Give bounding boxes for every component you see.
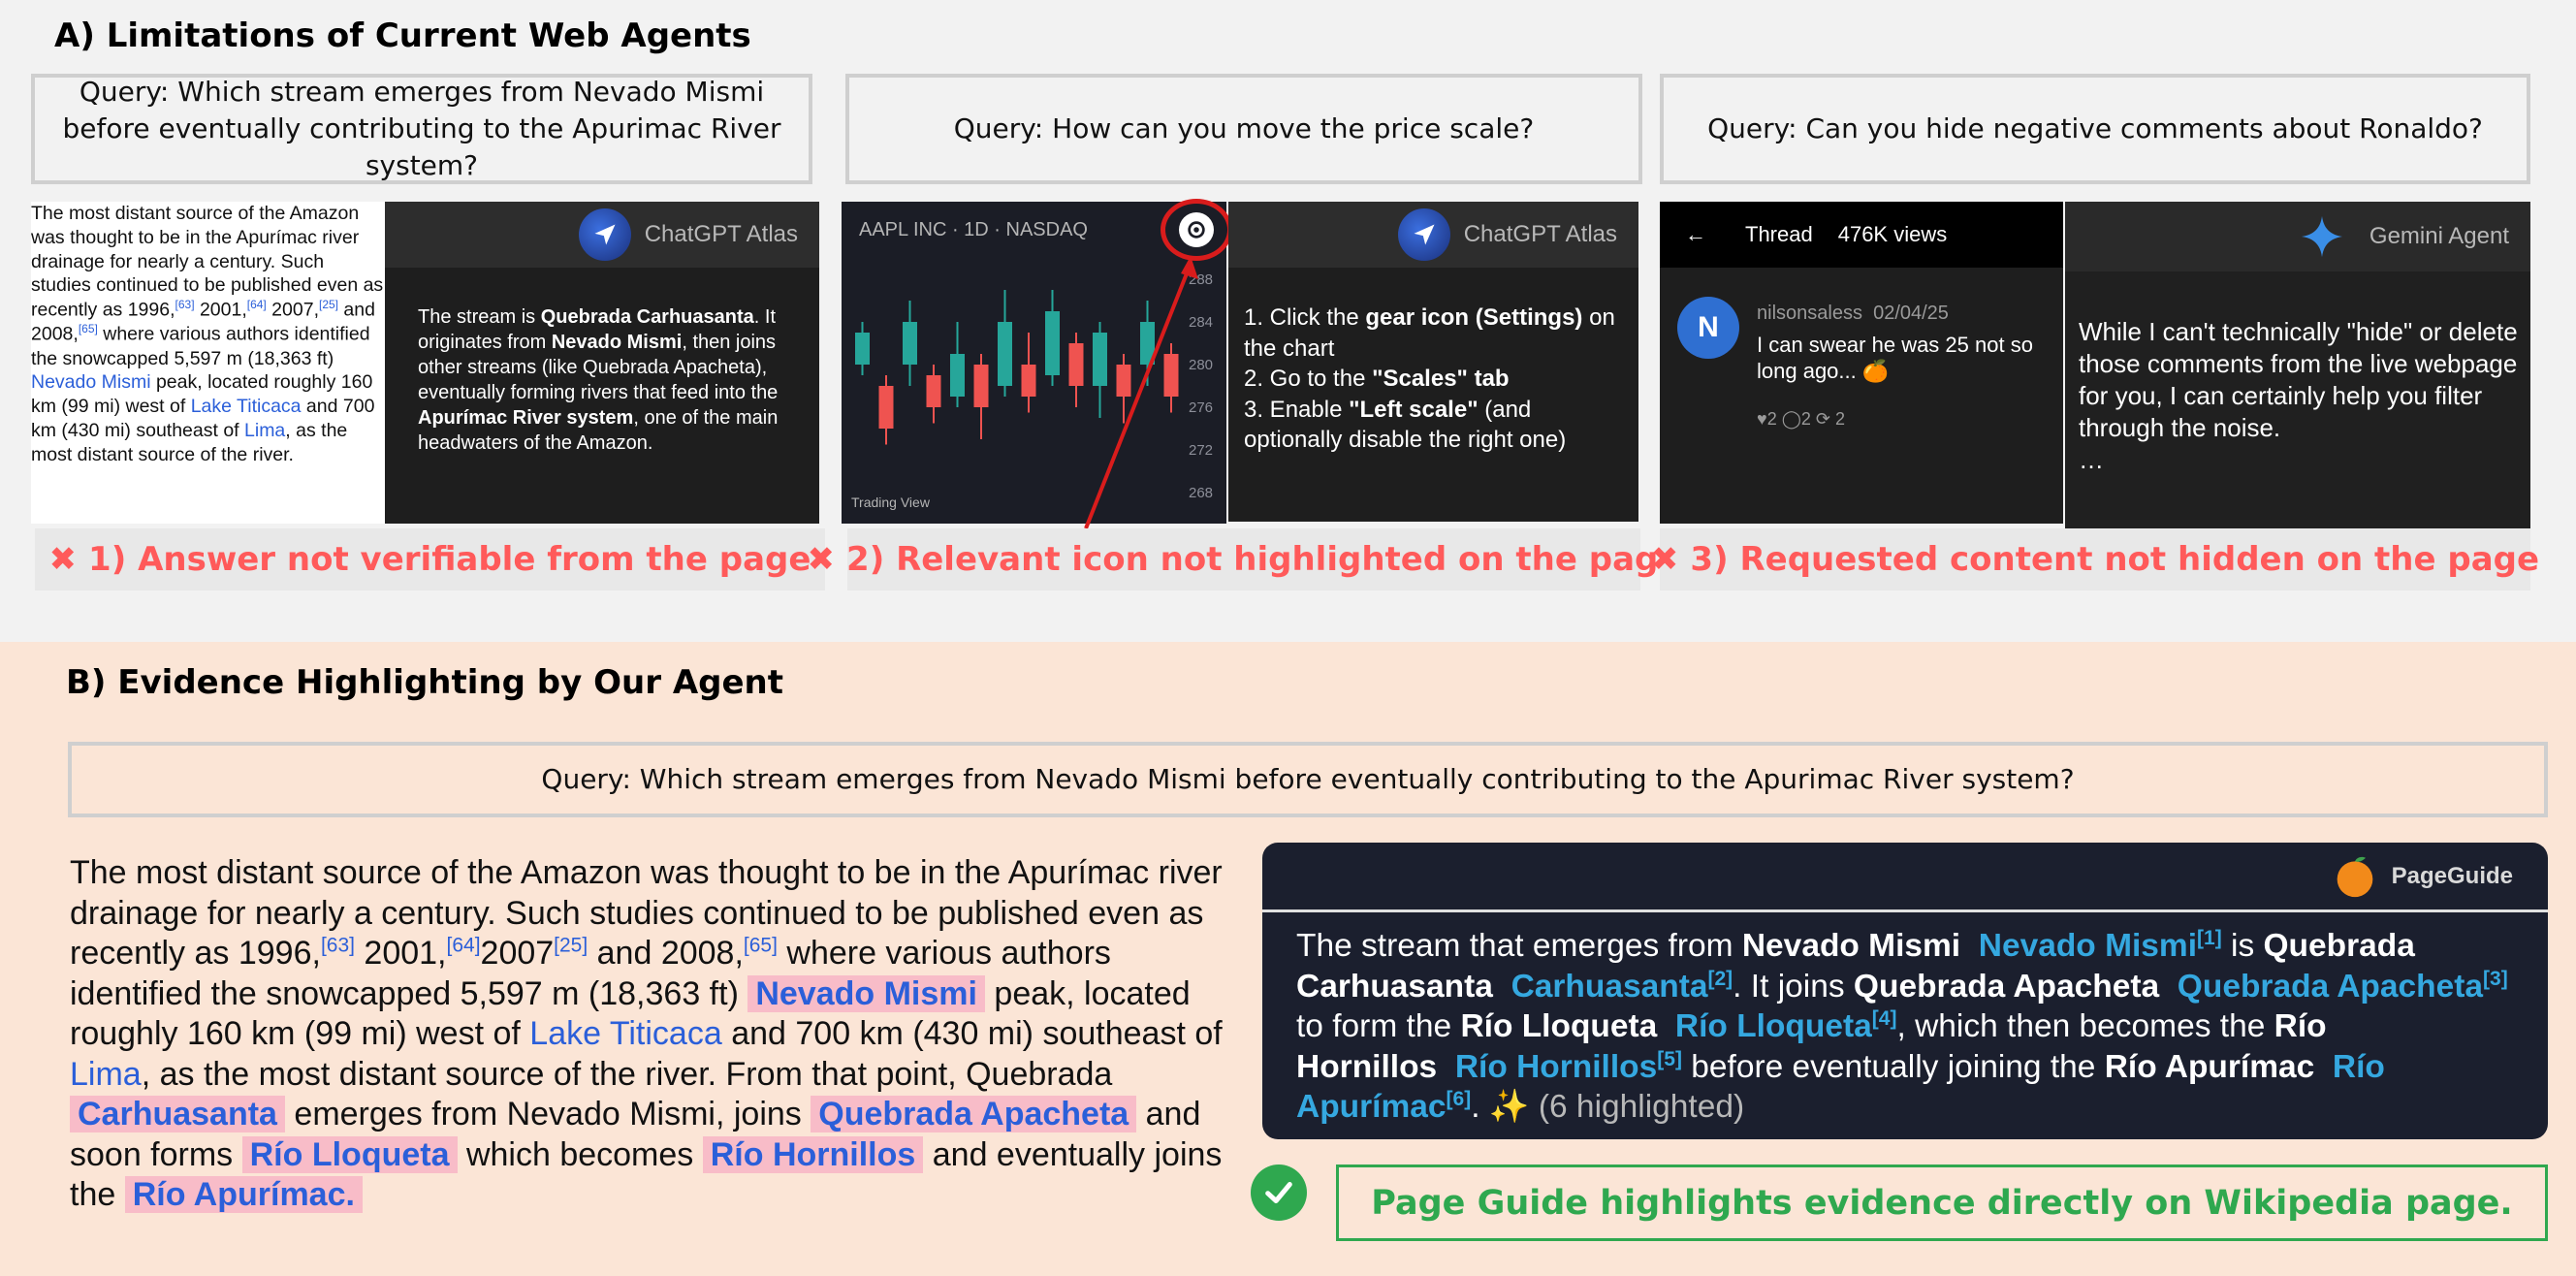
orange-logo-icon: [2337, 856, 2372, 897]
success-check-icon: [1251, 1164, 1307, 1221]
section-b-title: B) Evidence Highlighting by Our Agent: [66, 663, 783, 702]
citation[interactable]: [25]: [554, 935, 588, 957]
highlight-count: (6 highlighted): [1529, 1089, 1745, 1125]
avatar[interactable]: N: [1677, 297, 1739, 359]
panel2-agent-header: ChatGPT Atlas: [1228, 202, 1638, 268]
comment-text: I can swear he was 25 not so long ago...…: [1757, 333, 2033, 383]
gear-icon: [1179, 212, 1214, 247]
highlight-1[interactable]: Nevado Mismi: [747, 974, 985, 1012]
thread-header: ← Thread 476K views: [1660, 202, 2063, 268]
comment-user[interactable]: nilsonsaless: [1757, 303, 1862, 324]
error-x-icon: ✖: [48, 540, 78, 579]
candle-body: [903, 322, 917, 365]
sparkle-icon: ✨: [1488, 1089, 1530, 1125]
highlight-6[interactable]: Río Apurímac.: [124, 1176, 363, 1213]
panel2-verdict: ✖ 2) Relevant icon not highlighted on the…: [808, 528, 1680, 590]
evidence-ref-5[interactable]: Río Hornillos[5]: [1455, 1048, 1682, 1084]
highlight-4[interactable]: Río Lloqueta: [241, 1135, 458, 1173]
candle-body: [926, 375, 941, 407]
agent-name: Gemini Agent: [2369, 223, 2509, 249]
comment-date: 02/04/25: [1873, 303, 1949, 324]
comment-stats: ♥2 ◯2 ⟳ 2: [1757, 409, 1845, 429]
red-pointer-arrow: [1084, 256, 1198, 529]
link-lake-titicaca[interactable]: Lake Titicaca: [191, 396, 302, 417]
candle-body: [973, 365, 989, 407]
candle-body: [1021, 365, 1036, 397]
panel3-agent-panel: Gemini Agent While I can't technically "…: [2065, 202, 2530, 531]
error-x-icon: ✖: [807, 540, 836, 579]
panel3-agent-header: Gemini Agent: [2065, 202, 2530, 271]
wikipedia-evidence-text: The most distant source of the Amazon wa…: [70, 854, 1223, 1213]
panel2-agent-answer: 1. Click the gear icon (Settings) on the…: [1244, 304, 1615, 453]
chatgpt-atlas-logo-icon: [1397, 208, 1450, 261]
panel3-agent-answer: While I can't technically "hide" or dele…: [2079, 317, 2518, 474]
citation[interactable]: [65]: [744, 935, 778, 957]
panel1-agent-panel: ChatGPT Atlas The stream is Quebrada Car…: [385, 202, 819, 524]
panel1-wiki-snippet: The most distant source of the Amazon wa…: [31, 202, 385, 524]
agent-name: ChatGPT Atlas: [1463, 221, 1617, 247]
gemini-star-icon: [2301, 215, 2342, 258]
panel2-query: Query: How can you move the price scale?: [845, 74, 1642, 184]
panel1-query: Query: Which stream emerges from Nevado …: [31, 74, 812, 184]
citation[interactable]: [63]: [175, 298, 195, 311]
link-nevado-mismi[interactable]: Nevado Mismi: [31, 371, 151, 393]
candle-body: [878, 386, 894, 429]
evidence-ref-4[interactable]: Río Lloqueta[4]: [1675, 1008, 1897, 1044]
evidence-ref-2[interactable]: Carhuasanta[2]: [1511, 968, 1733, 1004]
error-x-icon: ✖: [1650, 540, 1679, 579]
highlight-3[interactable]: Quebrada Apacheta: [811, 1096, 1137, 1132]
panel1-verdict: ✖ 1) Answer not verifiable from the page: [35, 528, 825, 590]
highlight-2[interactable]: Carhuasanta: [70, 1096, 285, 1132]
panel1-agent-header: ChatGPT Atlas: [385, 202, 819, 268]
candle-body: [855, 333, 870, 365]
thread-panel: ← Thread 476K views N nilsonsaless 02/04…: [1660, 202, 2063, 524]
panel3-verdict: ✖ 3) Requested content not hidden on the …: [1651, 528, 2539, 590]
candle-body: [1045, 311, 1060, 375]
evidence-ref-3[interactable]: Quebrada Apacheta[3]: [2178, 968, 2508, 1004]
pageguide-name: PageGuide: [2391, 862, 2513, 889]
panel2-agent-panel: ChatGPT Atlas 1. Click the gear icon (Se…: [1228, 202, 1638, 522]
candle-body: [998, 322, 1012, 386]
section-b-query: Query: Which stream emerges from Nevado …: [68, 742, 2548, 817]
conclusion-banner: Page Guide highlights evidence directly …: [1336, 1164, 2548, 1241]
link-lake-titicaca[interactable]: Lake Titicaca: [529, 1015, 721, 1052]
section-a-title: A) Limitations of Current Web Agents: [54, 16, 751, 55]
pageguide-header: PageGuide: [1262, 843, 2548, 912]
thread-views: 476K views: [1837, 222, 1948, 246]
citation[interactable]: [65]: [79, 322, 98, 335]
back-arrow-icon[interactable]: ←: [1685, 222, 1706, 247]
citation[interactable]: [64]: [447, 935, 481, 957]
panel3-query: Query: Can you hide negative comments ab…: [1660, 74, 2530, 184]
thread-title: Thread: [1745, 222, 1813, 246]
evidence-ref-1[interactable]: Nevado Mismi[1]: [1979, 928, 2222, 964]
chatgpt-atlas-logo-icon: [578, 208, 631, 261]
citation[interactable]: [64]: [247, 298, 267, 311]
panel1-agent-answer: The stream is Quebrada Carhuasanta. It o…: [418, 306, 779, 454]
tradingview-watermark: Trading View: [851, 494, 930, 510]
link-lima[interactable]: Lima: [244, 420, 285, 441]
highlight-5[interactable]: Río Hornillos: [702, 1135, 924, 1173]
link-lima[interactable]: Lima: [70, 1056, 142, 1093]
citation[interactable]: [25]: [319, 298, 338, 311]
citation[interactable]: [63]: [321, 935, 355, 957]
pageguide-answer: The stream that emerges from Nevado Mism…: [1296, 926, 2508, 1125]
comment-meta: nilsonsaless 02/04/25: [1757, 303, 1949, 325]
candle-body: [950, 354, 965, 397]
agent-name: ChatGPT Atlas: [644, 221, 798, 247]
pageguide-panel: PageGuide The stream that emerges from N…: [1262, 843, 2548, 1139]
